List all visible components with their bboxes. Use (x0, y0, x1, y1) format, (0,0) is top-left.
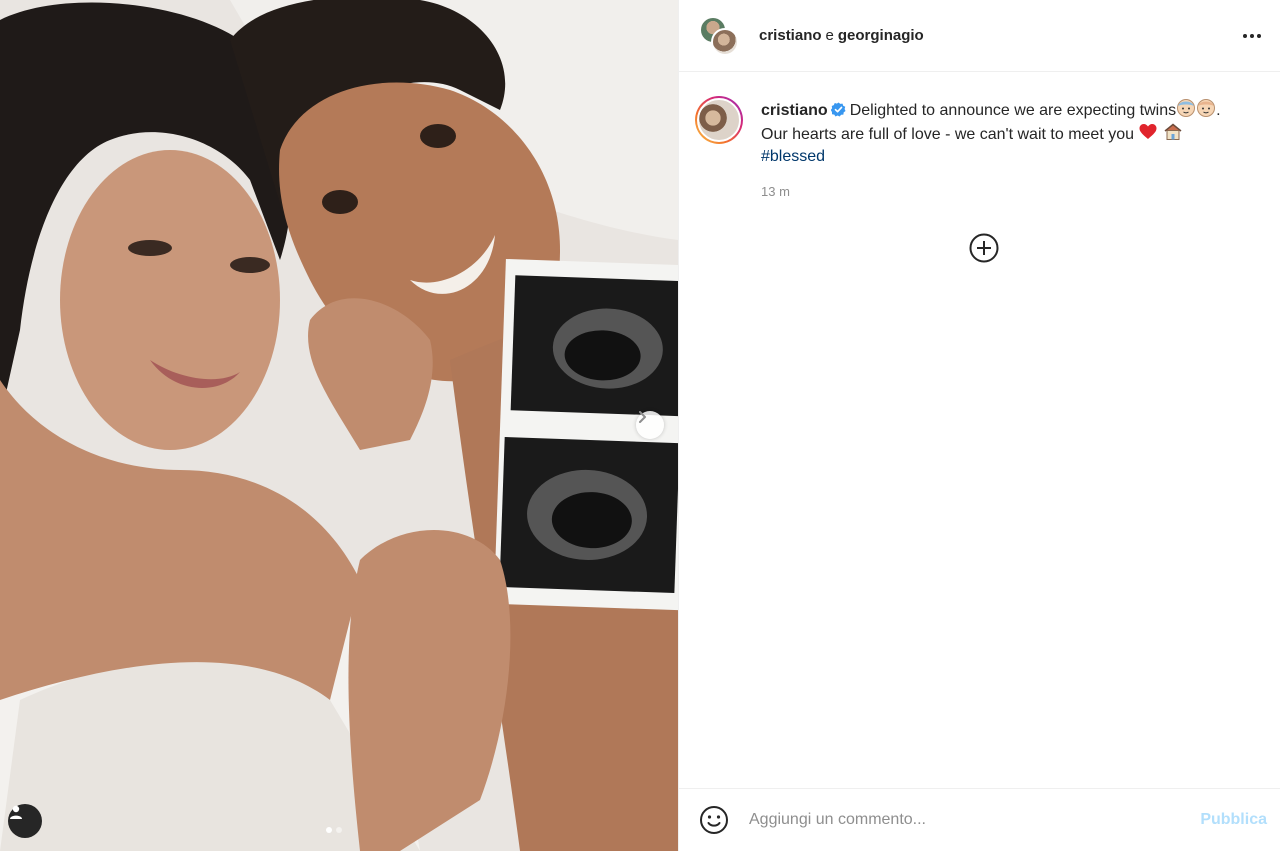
publish-button[interactable]: Pubblica (1200, 811, 1267, 829)
plus-circle-icon (969, 233, 999, 263)
baby-emoji-icon (1197, 99, 1216, 117)
carousel-indicator (326, 827, 342, 833)
caption-line-1-end: . (1216, 102, 1221, 119)
more-options-button[interactable] (1240, 24, 1264, 48)
post-timestamp[interactable]: 13 m (761, 184, 1280, 199)
caption-text: cristiano Delighted to announce we are ex… (761, 96, 1264, 168)
post-header: cristiano e georginagio (679, 0, 1280, 72)
post-detail-panel: cristiano e georginagio cristiano Delight… (678, 0, 1280, 851)
caption-line-1: Delighted to announce we are expecting t… (849, 102, 1177, 119)
load-more-comments-button[interactable] (968, 232, 1000, 264)
carousel-dot (336, 827, 342, 833)
photo-illustration (0, 0, 678, 851)
username-link-cristiano[interactable]: cristiano (759, 27, 822, 44)
user-icon (10, 805, 22, 819)
tagged-users-button[interactable] (8, 804, 42, 838)
caption-line-2: Our hearts are full of love - we can't w… (761, 126, 1134, 143)
red-heart-icon (1139, 124, 1157, 139)
chevron-right-icon (639, 411, 646, 423)
comment-form: Pubblica (679, 788, 1280, 851)
collab-usernames: cristiano e georginagio (759, 27, 924, 44)
baby-emoji-icon (1177, 99, 1196, 117)
next-slide-button[interactable] (636, 411, 664, 439)
comment-input[interactable] (749, 811, 1201, 829)
carousel-dot-active (326, 827, 332, 833)
hashtag-link[interactable]: #blessed (761, 148, 825, 165)
emoji-picker-icon[interactable] (699, 805, 729, 835)
ellipsis-icon (1243, 33, 1261, 38)
house-icon (1164, 123, 1182, 140)
collab-avatars[interactable] (699, 15, 743, 56)
avatar-georginagio-small (711, 27, 739, 56)
caption-username[interactable]: cristiano (761, 102, 828, 119)
username-link-georginagio[interactable]: georginagio (838, 27, 924, 44)
caption-avatar[interactable] (695, 96, 743, 144)
post-photo[interactable] (0, 0, 678, 851)
post-caption: cristiano Delighted to announce we are ex… (679, 72, 1280, 168)
verified-badge-icon (830, 102, 846, 117)
username-separator: e (825, 27, 834, 44)
